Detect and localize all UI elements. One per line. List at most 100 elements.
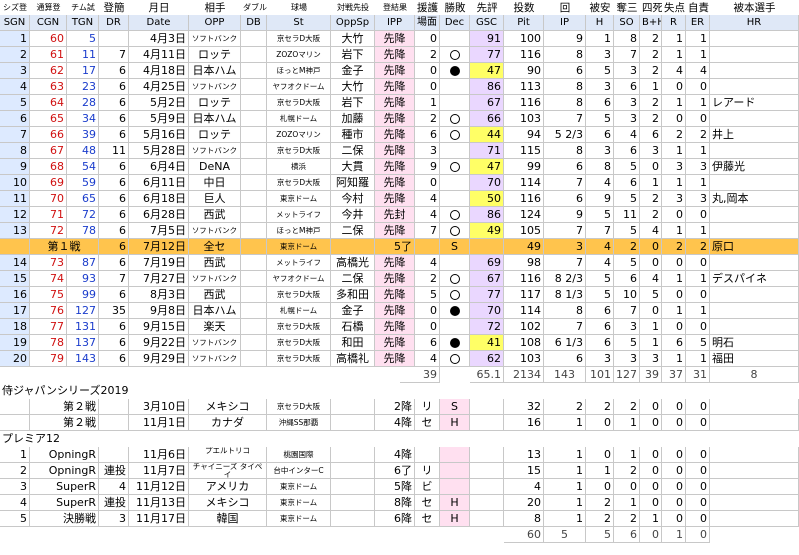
- game-number: 4: [0, 495, 30, 511]
- stadium: ZOZOマリン: [267, 127, 331, 143]
- opponent: ロッテ: [189, 127, 241, 143]
- earned-runs: 2: [686, 127, 710, 143]
- runs-allowed: 1: [662, 271, 686, 287]
- career-game-number: 67: [30, 143, 67, 159]
- days-rest: 6: [99, 63, 129, 79]
- days-rest: 6: [99, 95, 129, 111]
- career-game-number: 70: [30, 191, 67, 207]
- career-game-number: 65: [30, 111, 67, 127]
- runs-allowed: 0: [662, 511, 686, 527]
- opposing-starter: 多和田: [331, 287, 375, 303]
- hits-allowed: 2: [586, 399, 614, 415]
- appearance-result: 先封: [375, 207, 415, 223]
- career-game-number: 78: [30, 335, 67, 351]
- earned-runs: 0: [686, 495, 710, 511]
- game-date: 6月4日: [129, 159, 189, 175]
- team-game-number: 17: [67, 63, 99, 79]
- opponent: アメリカ: [189, 479, 267, 495]
- win-circle-icon: [449, 274, 460, 284]
- run-support: 0: [415, 319, 440, 335]
- hits-allowed: 6: [586, 303, 614, 319]
- decision-cell: [440, 271, 470, 287]
- strikeouts: 11: [614, 207, 640, 223]
- opponent: 楽天: [189, 319, 241, 335]
- earned-runs: 0: [686, 111, 710, 127]
- team-game-number: 59: [67, 175, 99, 191]
- header-label-sgn: シズ登: [0, 0, 30, 16]
- game-date: 11月13日: [129, 495, 189, 511]
- game-date: 7月19日: [129, 255, 189, 271]
- season-game-number: 20: [0, 351, 30, 367]
- walks-hbp: 1: [640, 319, 662, 335]
- team-game-number: 11: [67, 47, 99, 63]
- opposing-starter: 和田: [331, 335, 375, 351]
- career-game-number: 71: [30, 207, 67, 223]
- career-game-number: 68: [30, 159, 67, 175]
- runs-allowed: 1: [662, 175, 686, 191]
- game-date: 8月3日: [129, 287, 189, 303]
- home-run-hitters: [710, 63, 799, 79]
- season-game-row: 7 66 39 6 5月16日 ロッテ ZOZOマリン 種市 先降 6 44 94 5 2/3 6 4 6 2 2…: [0, 127, 799, 143]
- team-game-number: 137: [67, 335, 99, 351]
- header-code-dr: DR: [99, 15, 129, 31]
- season-game-number: 1: [0, 31, 30, 47]
- earned-runs: 1: [686, 175, 710, 191]
- earned-runs: 2: [686, 239, 710, 255]
- game-score: 86: [470, 207, 504, 223]
- opposing-starter: 大貫: [331, 159, 375, 175]
- game-date: 11月12日: [129, 479, 189, 495]
- walks-hbp: 3: [640, 351, 662, 367]
- team-game-number: 143: [67, 351, 99, 367]
- season-game-number: 12: [0, 207, 30, 223]
- innings-pitched: 6: [544, 351, 586, 367]
- pitch-count: 90: [504, 63, 544, 79]
- appearance-result: 先降: [375, 255, 415, 271]
- hits-allowed: 0: [586, 479, 614, 495]
- game-score: 47: [470, 159, 504, 175]
- run-support: 5: [415, 287, 440, 303]
- strikeouts: 6: [614, 79, 640, 95]
- home-run-hitters: [710, 79, 799, 95]
- season-game-row: 16 75 99 6 8月3日 西武 京セラD大阪 多和田 先降 5 77 117 8 1/3 5 10 5 0…: [0, 287, 799, 303]
- decision-cell: [440, 287, 470, 303]
- doubleheader: [241, 191, 267, 207]
- walks-hbp: 0: [640, 303, 662, 319]
- game-date: 7月27日: [129, 271, 189, 287]
- decision-cell: [440, 335, 470, 351]
- doubleheader: [241, 127, 267, 143]
- season-game-row: 14 73 87 6 7月19日 西武 メットライフ 高橋光 先降 4 69 98 7 4 5 0 0 0: [0, 255, 799, 271]
- walks-hbp: 2: [640, 207, 662, 223]
- opponent: ソフトバンク: [189, 335, 241, 351]
- pitch-count: 100: [504, 31, 544, 47]
- earned-runs: 3: [686, 191, 710, 207]
- pitch-count: 102: [504, 319, 544, 335]
- pitch-count: 116: [504, 271, 544, 287]
- days-rest: 連投: [99, 495, 129, 511]
- run-support: 4: [415, 207, 440, 223]
- team-game-number: 48: [67, 143, 99, 159]
- loss-dot-icon: [449, 306, 460, 316]
- round-label: OpningR: [30, 447, 99, 463]
- walks-hbp: 4: [640, 223, 662, 239]
- stadium: 沖縄SS那覇: [267, 415, 331, 431]
- home-run-hitters: 福田: [710, 351, 799, 367]
- earned-runs: 1: [686, 95, 710, 111]
- run-support: 6: [415, 335, 440, 351]
- win-circle-icon: [449, 354, 460, 364]
- hits-allowed: 2: [586, 511, 614, 527]
- doubleheader: [241, 319, 267, 335]
- opposing-starter: [331, 479, 375, 495]
- appearance-result: 先降: [375, 175, 415, 191]
- total-strikeouts: 6: [614, 527, 640, 543]
- strikeouts: 3: [614, 95, 640, 111]
- team-game-number: 78: [67, 223, 99, 239]
- earned-runs: 0: [686, 287, 710, 303]
- appearance-result: 5了: [375, 239, 415, 255]
- game-score: [470, 415, 504, 431]
- earned-runs: 0: [686, 207, 710, 223]
- season-game-row: 13 72 78 6 7月5日 ソフトバンク ほっとM神戸 二保 先降 7 49 105 7 7 5 4 1 1: [0, 223, 799, 239]
- decision-cell: [440, 351, 470, 367]
- season-game-row: 8 67 48 11 5月28日 ソフトバンク 京セラD大阪 二保 先降 3 71 115 8 3 6 3 1 1: [0, 143, 799, 159]
- game-score: 49: [470, 223, 504, 239]
- pitching-log-sheet: シズ登 通算登 チム試 登簡 月日 相手 ダブル 球場 対戦先投 登結果 援護 勝敗 先評 投数回被安 奪三…: [0, 0, 799, 555]
